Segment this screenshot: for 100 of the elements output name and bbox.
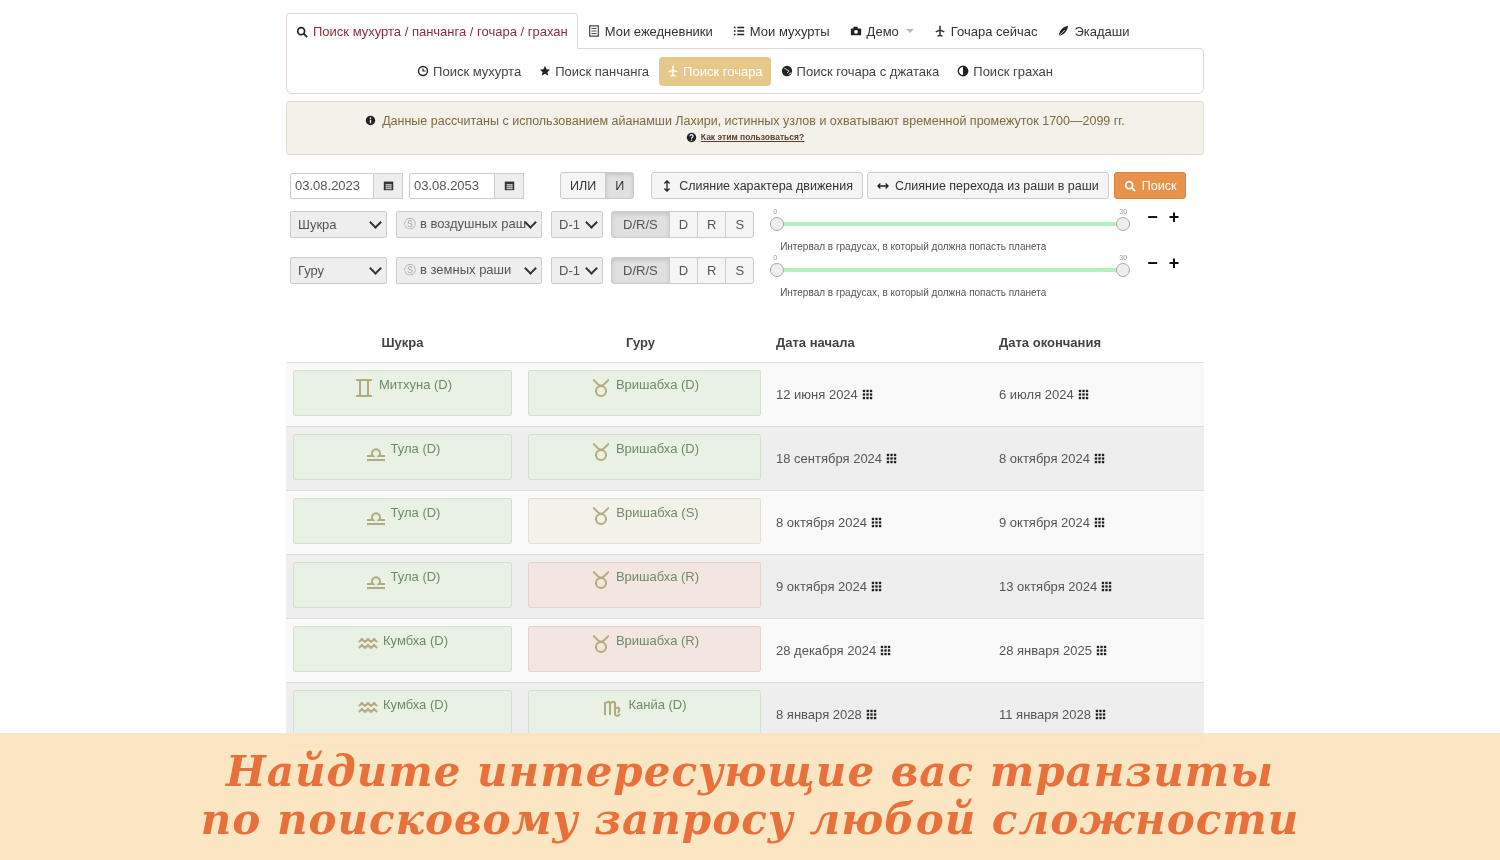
grid-icon	[871, 581, 882, 592]
help-link[interactable]: Как этим пользоваться?	[700, 132, 805, 142]
date-text: 6 июля 2024	[999, 387, 1074, 402]
sign-label: Тула (D)	[390, 440, 441, 456]
subtab[interactable]: Поиск мухурта	[409, 56, 530, 86]
merge-motion-button[interactable]: Слияние характера движения	[651, 172, 863, 199]
info-icon	[365, 115, 377, 126]
sign-label: Вришабха (S)	[616, 504, 699, 520]
grid-icon	[1094, 517, 1105, 528]
grid-icon	[1101, 581, 1113, 592]
star-icon	[539, 65, 552, 77]
tab[interactable]: Поиск мухурта / панчанга / гочара / грахан	[286, 13, 578, 49]
logic-toggle[interactable]: ИЛИ	[560, 172, 607, 199]
caption-text: Найдите интересующие вас транзиты по поисковому запросу любой сложности	[200, 748, 1300, 844]
motion-toggle[interactable]: D	[668, 211, 699, 238]
sign-label: Кумбха (D)	[383, 632, 448, 648]
date-text: 28 декабря 2024	[776, 643, 877, 658]
column-header: Дата окончания	[998, 334, 1102, 350]
calendar-icon	[503, 180, 515, 191]
calendar-button[interactable]	[495, 172, 524, 199]
column-header: Шукра	[380, 334, 425, 350]
slider-hint: Интервал в градусах, в который должна попасть планета	[780, 287, 1047, 298]
grid-icon	[871, 517, 882, 528]
s-circle-icon: Ⓢ	[404, 217, 416, 231]
plane-icon	[933, 25, 946, 37]
camera-icon	[849, 25, 862, 37]
search-icon	[296, 25, 308, 38]
subtab[interactable]: Поиск грахан	[949, 56, 1061, 86]
motion-toggle[interactable]: R	[697, 211, 727, 238]
tab[interactable]: Гочара сейчас	[923, 13, 1048, 48]
range-slider[interactable]	[770, 263, 1131, 277]
column-header: Гуру	[625, 334, 656, 350]
motion-toggle[interactable]: S	[725, 257, 755, 284]
planet-select[interactable]: Гуру	[290, 257, 387, 284]
notebook-icon	[587, 25, 600, 37]
subtab[interactable]: Поиск гочара с джатака	[772, 56, 948, 86]
date-text: 28 января 2025	[999, 643, 1092, 658]
tab[interactable]: Мои ежедневники	[577, 13, 723, 48]
sign-label: Вришабха (R)	[615, 632, 700, 648]
sign-label: Митхуна (D)	[378, 376, 453, 392]
slider-hint: Интервал в градусах, в который должна попасть планета	[780, 241, 1047, 252]
date-text: 12 июня 2024	[776, 387, 858, 402]
tab[interactable]: Мои мухурты	[722, 13, 840, 48]
column-header: Дата начала	[775, 334, 856, 350]
merge-transit-button[interactable]: Слияние перехода из раши в раши	[866, 172, 1109, 199]
motion-toggle[interactable]: R	[697, 257, 727, 284]
calendar-button[interactable]	[374, 172, 403, 199]
chart-select[interactable]: D-1	[551, 211, 603, 238]
calendar-icon	[382, 180, 394, 191]
minus-button[interactable]: −	[1147, 207, 1158, 228]
sign-label: Канйа (D)	[628, 696, 687, 712]
date-text: 18 сентября 2024	[776, 451, 883, 466]
slider-handle[interactable]	[770, 263, 785, 277]
motion-toggle[interactable]: D/R/S	[611, 211, 670, 238]
date-field[interactable]: 03.08.2023	[290, 172, 374, 199]
caret-icon	[905, 29, 914, 33]
sign-label: Вришабха (D)	[615, 376, 700, 392]
date-text: 8 января 2028	[776, 707, 862, 722]
rashi-select[interactable]: Ⓢ в воздушных раш	[396, 211, 542, 238]
motion-toggle[interactable]: S	[725, 211, 755, 238]
grid-icon	[1077, 389, 1089, 400]
plus-button[interactable]: +	[1168, 207, 1180, 228]
globe-icon	[780, 65, 793, 77]
grid-icon	[886, 453, 898, 464]
slider-handle[interactable]	[1116, 263, 1131, 277]
sign-label: Тула (D)	[390, 504, 441, 520]
date-text: 8 октября 2024	[999, 451, 1090, 466]
notice-text: Данные рассчитаны с использованием айанамши Лахири, истинных узлов и охватывают временной промежуток 1700—2099 гг.	[382, 113, 1125, 128]
tab[interactable]: Экадаши	[1047, 13, 1140, 48]
sign-label: Тула (D)	[390, 568, 441, 584]
range-slider[interactable]	[770, 217, 1131, 231]
subtab[interactable]: Поиск панчанга	[531, 56, 658, 86]
rashi-select[interactable]: Ⓢ в земных раши	[396, 257, 542, 284]
slider-handle[interactable]	[1116, 217, 1131, 231]
grid-icon	[865, 709, 877, 720]
clock-icon	[417, 65, 430, 77]
motion-toggle[interactable]: D	[668, 257, 699, 284]
slider-handle[interactable]	[770, 217, 785, 231]
date-text: 11 января 2028	[999, 707, 1091, 722]
sign-label: Вришабха (D)	[615, 440, 700, 456]
plane-icon	[667, 65, 680, 77]
planet-select[interactable]: Шукра	[290, 211, 387, 238]
date-text: 9 октября 2024	[999, 515, 1090, 530]
plus-button[interactable]: +	[1168, 253, 1180, 274]
minus-button[interactable]: −	[1147, 253, 1158, 274]
grid-icon	[861, 389, 873, 400]
grid-icon	[1095, 645, 1107, 656]
grid-icon	[1094, 453, 1105, 464]
tab[interactable]: Демо	[839, 13, 924, 48]
date-text: 8 октября 2024	[776, 515, 867, 530]
half-circle-icon	[957, 65, 970, 77]
sign-label: Кумбха (D)	[383, 696, 448, 712]
chart-select[interactable]: D-1	[551, 257, 603, 284]
question-icon	[685, 131, 697, 143]
motion-toggle[interactable]: D/R/S	[611, 257, 670, 284]
date-field[interactable]: 03.08.2053	[409, 172, 495, 199]
logic-toggle[interactable]: И	[605, 172, 635, 199]
grid-icon	[1095, 709, 1106, 720]
sign-label: Вришабха (R)	[615, 568, 700, 584]
leaf-icon	[1057, 25, 1070, 37]
